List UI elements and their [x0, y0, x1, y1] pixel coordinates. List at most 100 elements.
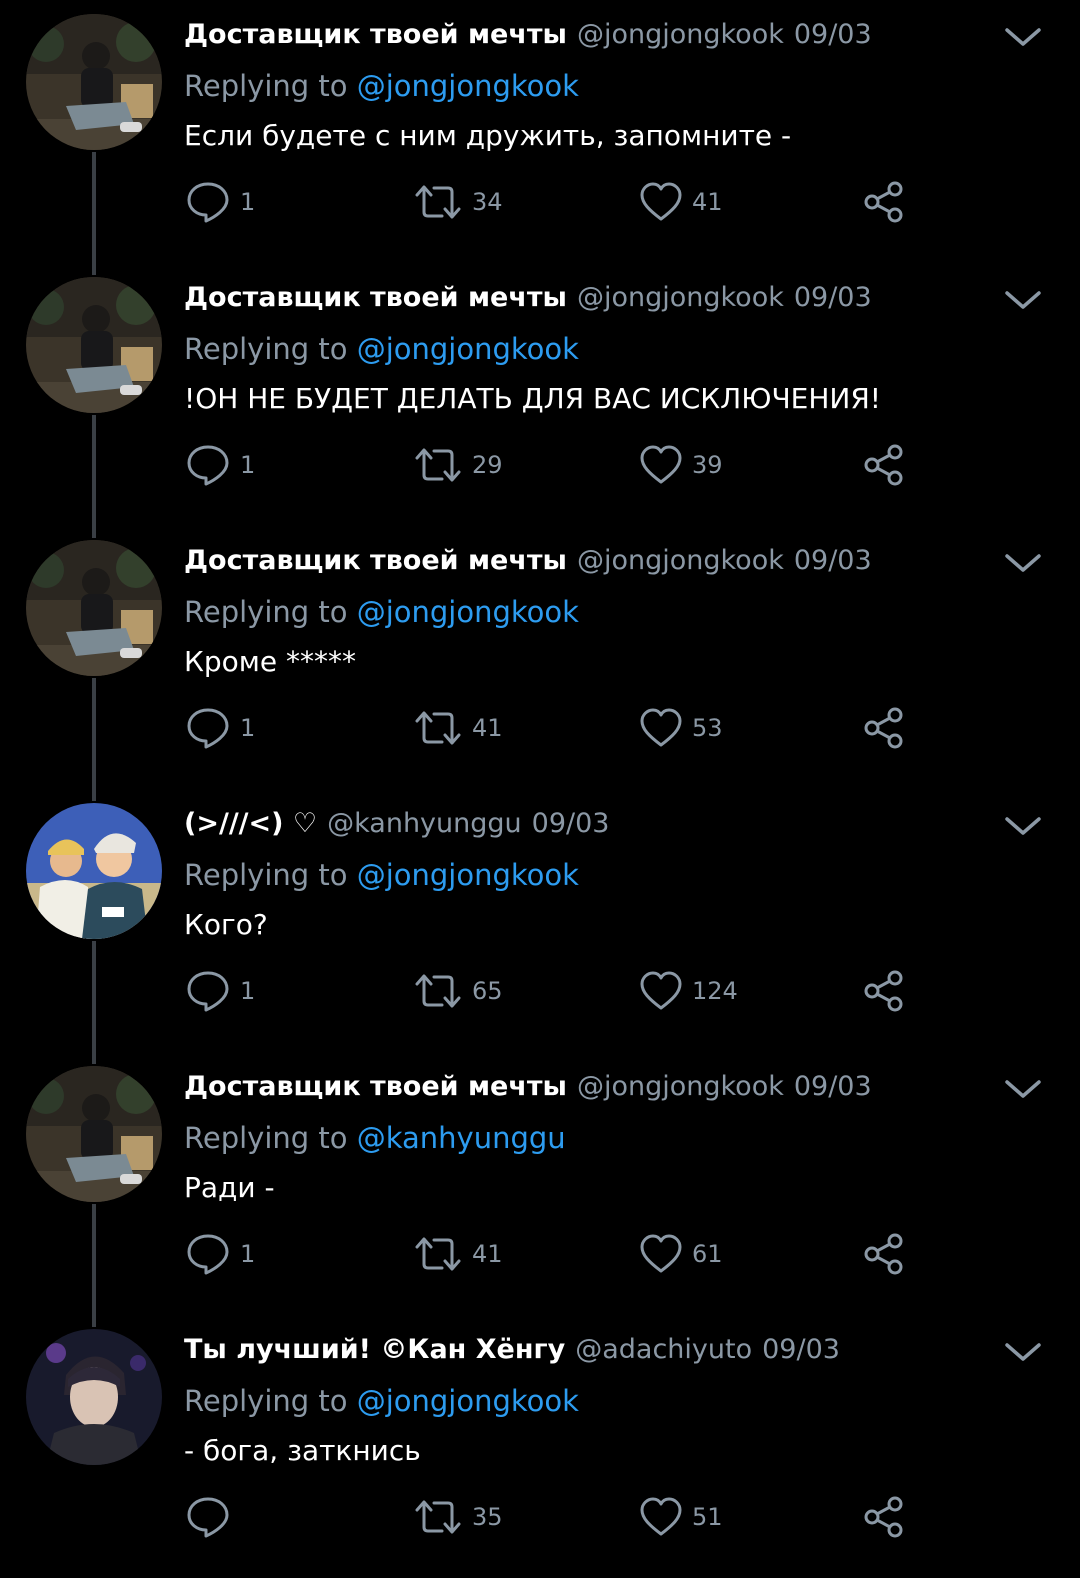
timestamp[interactable]: 09/03 — [794, 1071, 872, 1102]
reply-count: 1 — [240, 977, 256, 1005]
avatar[interactable] — [26, 1066, 162, 1202]
reply-icon — [187, 971, 229, 1012]
tweet[interactable]: Доставщик твоей мечты @jongjongkook 09/03 … — [0, 526, 1080, 801]
retweet-button[interactable]: 41 — [414, 708, 503, 748]
chevron-down-icon[interactable] — [1004, 285, 1042, 315]
thread-line — [92, 941, 96, 1064]
retweet-button[interactable]: 65 — [414, 971, 503, 1011]
share-icon — [864, 970, 903, 1012]
share-button[interactable] — [862, 1496, 906, 1538]
username[interactable]: @jongjongkook — [577, 1071, 784, 1102]
tweet-text: Кого? — [184, 908, 268, 941]
retweet-button[interactable]: 29 — [414, 445, 503, 485]
reply-icon — [187, 1497, 229, 1538]
timestamp[interactable]: 09/03 — [762, 1334, 840, 1365]
avatar[interactable] — [26, 803, 162, 939]
share-button[interactable] — [862, 1233, 906, 1275]
mention-link[interactable]: @jongjongkook — [357, 595, 579, 629]
replying-to-label: Replying to — [184, 595, 348, 629]
reply-icon — [187, 708, 229, 749]
replying-to-label: Replying to — [184, 1121, 348, 1155]
replying-to-label: Replying to — [184, 332, 348, 366]
reply-button[interactable]: 1 — [186, 182, 255, 223]
retweet-icon — [415, 1500, 461, 1534]
like-button[interactable]: 61 — [640, 1234, 723, 1274]
chevron-down-icon[interactable] — [1004, 22, 1042, 52]
heart-icon — [640, 182, 682, 221]
retweet-count: 41 — [472, 1240, 503, 1268]
reply-button[interactable] — [186, 1497, 240, 1538]
mention-link[interactable]: @jongjongkook — [357, 858, 579, 892]
avatar[interactable] — [26, 540, 162, 676]
tweet[interactable]: Доставщик твоей мечты @jongjongkook 09/03 … — [0, 263, 1080, 538]
username[interactable]: @adachiyuto — [575, 1334, 752, 1365]
retweet-count: 35 — [472, 1503, 503, 1531]
chevron-down-icon[interactable] — [1004, 548, 1042, 578]
share-button[interactable] — [862, 444, 906, 486]
like-button[interactable]: 51 — [640, 1497, 723, 1537]
mention-link[interactable]: @jongjongkook — [357, 332, 579, 366]
timestamp[interactable]: 09/03 — [794, 282, 872, 313]
retweet-button[interactable]: 34 — [414, 182, 503, 222]
heart-icon — [640, 708, 682, 747]
chevron-down-icon[interactable] — [1004, 1337, 1042, 1367]
tweet[interactable]: (>///<) ♡ @kanhyunggu 09/03 Replying to @j… — [0, 789, 1080, 1064]
replying-to-label: Replying to — [184, 1384, 348, 1418]
tweet[interactable]: Доставщик твоей мечты @jongjongkook 09/03 … — [0, 1052, 1080, 1327]
share-button[interactable] — [862, 970, 906, 1012]
username[interactable]: @jongjongkook — [577, 545, 784, 576]
retweet-button[interactable]: 35 — [414, 1497, 503, 1537]
like-button[interactable]: 39 — [640, 445, 723, 485]
like-button[interactable]: 53 — [640, 708, 723, 748]
avatar[interactable] — [26, 14, 162, 150]
share-icon — [864, 707, 903, 749]
username[interactable]: @jongjongkook — [577, 282, 784, 313]
reply-icon — [187, 445, 229, 486]
display-name[interactable]: Доставщик твоей мечты — [184, 545, 567, 576]
reply-button[interactable]: 1 — [186, 1234, 255, 1275]
tweet-text: Если будете с ним дружить, запомните - — [184, 119, 792, 152]
reply-button[interactable]: 1 — [186, 971, 256, 1012]
heart-icon — [640, 445, 682, 484]
tweet[interactable]: Ты лучший! ©Кан Хёнгу @adachiyuto 09/03 Re… — [0, 1315, 1080, 1578]
like-button[interactable]: 41 — [640, 182, 723, 222]
reply-button[interactable]: 1 — [186, 708, 255, 749]
username[interactable]: @jongjongkook — [577, 19, 784, 50]
like-count: 51 — [692, 1503, 723, 1531]
replying-to-label: Replying to — [184, 858, 348, 892]
reply-button[interactable]: 1 — [186, 445, 255, 486]
display-name[interactable]: (>///<) ♡ — [184, 808, 317, 839]
tweet-text: - бога, заткнись — [184, 1434, 421, 1467]
timestamp[interactable]: 09/03 — [794, 19, 872, 50]
tweet-text: !ОН НЕ БУДЕТ ДЕЛАТЬ ДЛЯ ВАС ИСКЛЮЧЕНИЯ! — [184, 382, 882, 415]
retweet-icon — [415, 185, 461, 219]
timestamp[interactable]: 09/03 — [794, 545, 872, 576]
replying-to: Replying to @jongjongkook — [184, 855, 579, 895]
display-name[interactable]: Ты лучший! ©Кан Хёнгу — [184, 1334, 565, 1365]
heart-icon — [640, 1497, 682, 1536]
tweet[interactable]: Доставщик твоей мечты @jongjongkook 09/03 … — [0, 0, 1080, 275]
mention-link[interactable]: @jongjongkook — [357, 1384, 579, 1418]
retweet-count: 41 — [472, 714, 503, 742]
mention-link[interactable]: @jongjongkook — [357, 69, 579, 103]
share-button[interactable] — [862, 707, 906, 749]
display-name[interactable]: Доставщик твоей мечты — [184, 282, 567, 313]
chevron-down-icon[interactable] — [1004, 1074, 1042, 1104]
username[interactable]: @kanhyunggu — [327, 808, 522, 839]
like-button[interactable]: 124 — [640, 971, 738, 1011]
tweet-header: Доставщик твоей мечты @jongjongkook 09/03 — [184, 1068, 872, 1106]
mention-link[interactable]: @kanhyunggu — [357, 1121, 566, 1155]
display-name[interactable]: Доставщик твоей мечты — [184, 1071, 567, 1102]
chevron-down-icon[interactable] — [1004, 811, 1042, 841]
display-name[interactable]: Доставщик твоей мечты — [184, 19, 567, 50]
avatar[interactable] — [26, 1329, 162, 1465]
timestamp[interactable]: 09/03 — [532, 808, 610, 839]
retweet-button[interactable]: 41 — [414, 1234, 503, 1274]
avatar[interactable] — [26, 277, 162, 413]
thread-line — [92, 678, 96, 801]
share-button[interactable] — [862, 181, 906, 223]
reply-icon — [187, 1234, 229, 1275]
retweet-icon — [415, 711, 461, 745]
retweet-icon — [415, 448, 461, 482]
replying-to: Replying to @jongjongkook — [184, 329, 579, 369]
